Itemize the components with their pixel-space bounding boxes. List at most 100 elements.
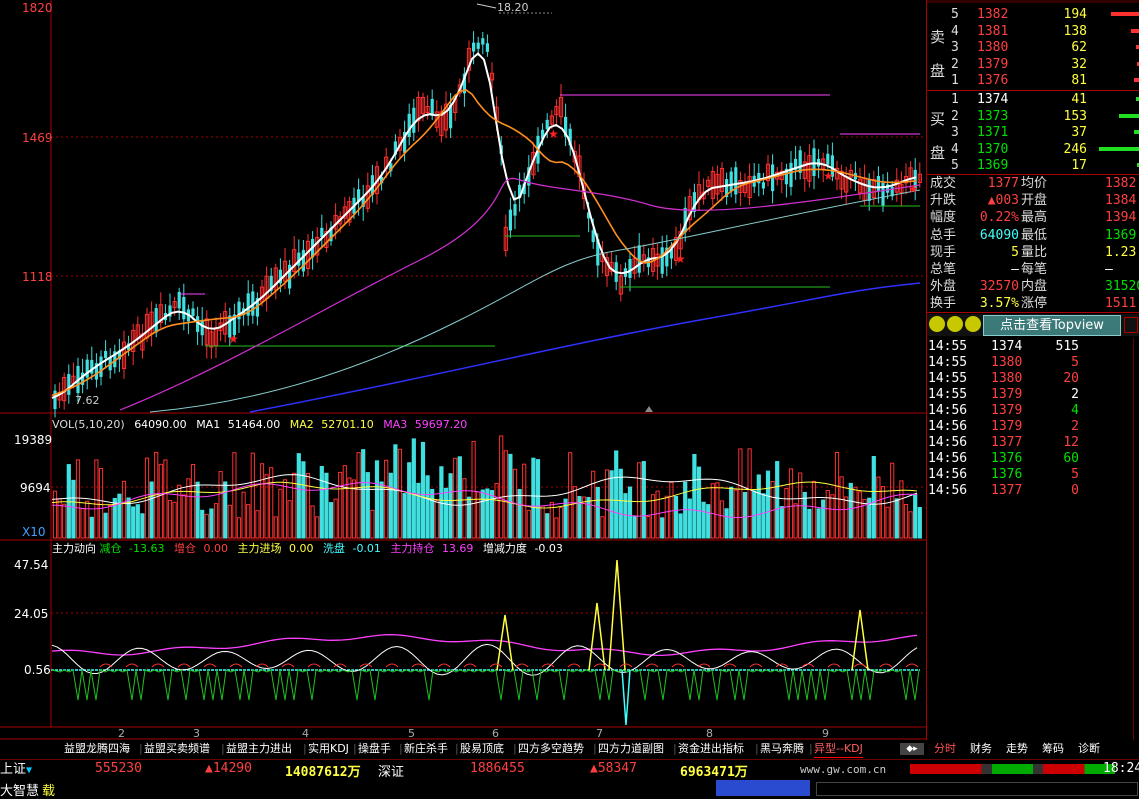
tick-time: 14:56 — [928, 483, 968, 498]
indicator-tab[interactable]: 操盘手 — [358, 741, 391, 757]
tick-price: 1377 — [991, 483, 1023, 498]
view-tab[interactable]: 财务 — [970, 741, 992, 757]
kline-chart-area[interactable]: 1820 1469 1118 ★ ★ ★ ★ ★ 18.20 7.62 VOL(5,10… — [0, 0, 926, 740]
svg-text:4: 4 — [302, 727, 309, 740]
status-bar: 上证▼ 555230 ▲14290 14087612万 深证 1886455 ▲… — [0, 759, 1139, 799]
price: 1379 — [977, 56, 1009, 72]
tick-scrollbar[interactable] — [1133, 338, 1139, 740]
svg-text:6: 6 — [492, 727, 499, 740]
view-tab[interactable]: 走势 — [1006, 741, 1028, 757]
quote-row: 5 1382 194 — [927, 6, 1139, 23]
tick-price: 1377 — [991, 435, 1023, 450]
topview-button[interactable]: 点击查看Topview — [983, 315, 1121, 336]
tick-price: 1380 — [991, 355, 1023, 370]
indicator-tab[interactable]: 股易顶底 — [460, 741, 504, 757]
price: 1382 — [977, 7, 1009, 22]
stat-label: 最高 — [1021, 210, 1048, 226]
tick-price: 1379 — [991, 419, 1023, 434]
view-tab[interactable]: 分时 — [934, 741, 956, 757]
stat-label: 最低 — [1021, 227, 1048, 243]
svg-text:7: 7 — [596, 727, 603, 740]
quote-row: 现手 5 量比 1.23 — [927, 244, 1139, 261]
quote-row: 14:55 1374 515 — [927, 338, 1139, 355]
volume: 37 — [1071, 125, 1087, 141]
svg-text:★: ★ — [675, 252, 686, 266]
level: 4 — [951, 23, 959, 39]
tick-volume: 5 — [1071, 467, 1079, 482]
tick-time: 14:56 — [928, 467, 968, 482]
stat-label: 内盘 — [1021, 279, 1048, 295]
market-meter — [910, 764, 1115, 774]
vol-ma1: 51464.00 — [228, 418, 281, 431]
indicator-tab[interactable]: 益盟主力进出 — [226, 741, 292, 757]
tab-arrows-icon[interactable]: ◆▸ — [900, 743, 924, 755]
level: 3 — [951, 40, 959, 56]
indicator-tab[interactable]: 黑马奔腾 — [760, 741, 804, 757]
level: 5 — [951, 7, 959, 22]
tick-price: 1376 — [991, 467, 1023, 482]
svg-text:3: 3 — [193, 727, 200, 740]
chevron-down-icon[interactable]: ▼ — [26, 765, 32, 776]
quote-row: 4 1381 138 — [927, 23, 1139, 40]
volume: 246 — [1063, 141, 1087, 157]
stat-label: 总手 — [930, 227, 957, 243]
price: 1381 — [977, 23, 1009, 39]
indicator-tab[interactable]: 益盟买卖频谱 — [144, 741, 210, 757]
ind-v2: 0.00 — [203, 542, 228, 555]
indicator-tab[interactable]: 四方多空趋势 — [518, 741, 584, 757]
indicator-tab[interactable]: 益盟龙腾四海 — [64, 741, 130, 757]
vol-ma3: 59697.20 — [415, 418, 468, 431]
vol-axis-unit: X10 — [22, 525, 46, 539]
quote-row: 升跌 ▲003 开盘 1384 — [927, 192, 1139, 209]
level: 2 — [951, 108, 959, 124]
dot-icon-1[interactable] — [929, 316, 945, 332]
price: 1374 — [977, 92, 1009, 107]
tick-time: 14:56 — [928, 419, 968, 434]
ind-v5: 13.69 — [442, 542, 474, 555]
tick-time: 14:55 — [928, 339, 968, 354]
indicator-tab[interactable]: 新庄杀手 — [404, 741, 448, 757]
view-tab[interactable]: 筹码 — [1042, 741, 1064, 757]
tick-volume: 2 — [1071, 387, 1079, 402]
quote-row: 1 1376 81 — [927, 72, 1139, 89]
ind-axis-low: 0.56 — [24, 663, 51, 677]
svg-text:★: ★ — [548, 127, 559, 141]
tick-volume: 12 — [1063, 435, 1079, 450]
ind-t6: 增减力度 — [483, 541, 527, 555]
tick-volume: 20 — [1063, 371, 1079, 386]
dot-icon-3[interactable] — [965, 316, 981, 332]
indicator-tab[interactable]: 四方力道副图 — [598, 741, 664, 757]
brand-suffix: 载 — [42, 784, 56, 799]
quote-row: 3 1380 62 — [927, 39, 1139, 56]
svg-text:VOL(5,10,20) 64090.00: VOL(5,10,20) 64090.00 MA1 51464.00 MA2 5… — [52, 418, 467, 431]
dot-icon-2[interactable] — [947, 316, 963, 332]
stat-value: 5 — [1011, 244, 1019, 260]
indicator-tab[interactable]: 实用KDJ — [308, 741, 349, 757]
sz-label[interactable]: 深证 — [378, 761, 404, 780]
price: 1380 — [977, 40, 1009, 56]
stat-value: 1511 — [1105, 296, 1137, 312]
quote-row: 14:55 1380 5 — [927, 354, 1139, 371]
price-label-low: 1118 — [22, 270, 53, 284]
tick-time: 14:55 — [928, 355, 968, 370]
quote-row: 14:55 1380 20 — [927, 370, 1139, 387]
volume: 153 — [1063, 108, 1087, 124]
svg-text:8: 8 — [706, 727, 713, 740]
sh-label[interactable]: 上证 — [0, 762, 26, 777]
quote-row: 14:56 1376 60 — [927, 450, 1139, 467]
svg-text:2: 2 — [118, 727, 125, 740]
vol-axis-mid: 9694 — [20, 481, 51, 495]
indicator-tab[interactable]: 资金进出指标 — [678, 741, 744, 757]
quote-row: 2 1373 153 — [927, 108, 1139, 125]
quote-row: 3 1371 37 — [927, 124, 1139, 141]
view-tab[interactable]: 诊断 — [1078, 741, 1100, 757]
tick-volume: 4 — [1071, 403, 1079, 418]
stat-label: 换手 — [930, 296, 957, 312]
site-url[interactable]: www.gw.com.cn — [800, 763, 886, 776]
stat-label: 涨停 — [1021, 296, 1048, 312]
indicator-tab[interactable]: 异型--KDJ — [814, 741, 863, 758]
level: 1 — [951, 92, 959, 107]
panel-close-icon[interactable] — [1124, 317, 1138, 333]
stat-label: 每笔 — [1021, 262, 1048, 277]
stat-value: — — [1105, 262, 1113, 277]
